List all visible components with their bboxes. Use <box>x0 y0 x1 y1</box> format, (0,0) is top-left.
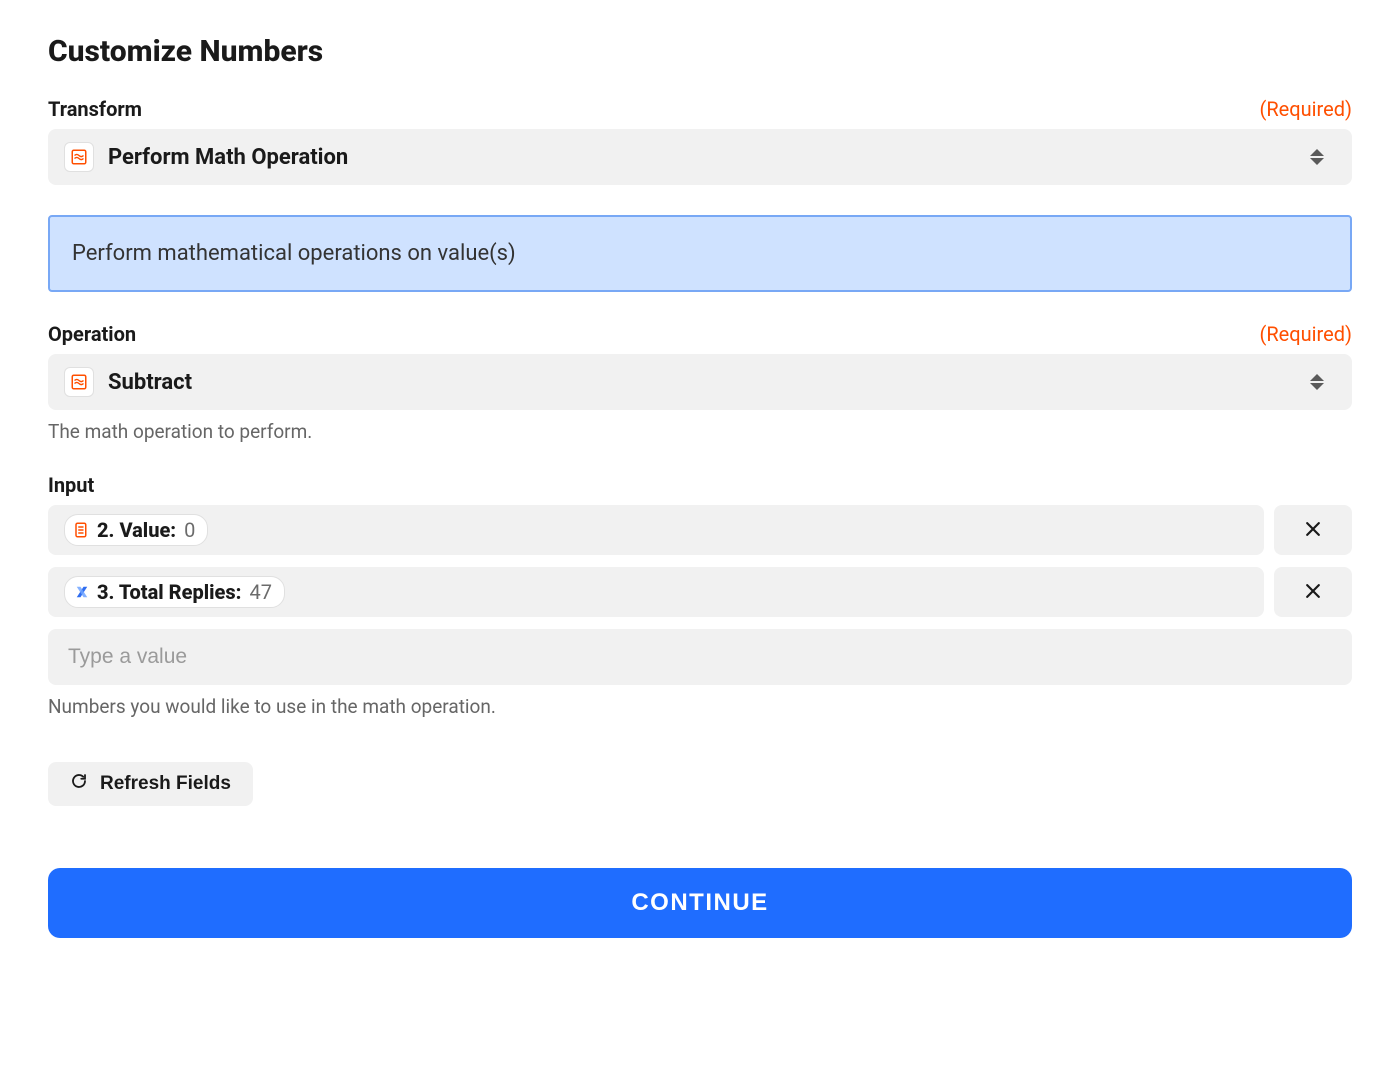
transform-select-value: Perform Math Operation <box>108 145 348 170</box>
operation-select-value: Subtract <box>108 370 192 395</box>
transform-required-badge: (Required) <box>1260 97 1352 121</box>
input-helper: Numbers you would like to use in the mat… <box>48 695 1352 718</box>
input-label-row: Input <box>48 473 1352 497</box>
operation-label-row: Operation (Required) <box>48 322 1352 346</box>
input-value-textfield[interactable] <box>68 645 1332 669</box>
refresh-fields-label: Refresh Fields <box>100 773 231 795</box>
refresh-icon <box>70 772 88 796</box>
input-pill-value: 47 <box>249 580 271 604</box>
storage-icon <box>73 521 91 539</box>
operation-label: Operation <box>48 322 136 346</box>
close-icon <box>1303 581 1323 604</box>
input-row-0: 2. Value: 0 <box>48 505 1352 555</box>
numbers-app-icon <box>64 367 94 397</box>
input-pill-label: 3. Total Replies: <box>97 580 241 604</box>
remove-input-button[interactable] <box>1274 505 1352 555</box>
remove-input-button[interactable] <box>1274 567 1352 617</box>
transform-label-row: Transform (Required) <box>48 97 1352 121</box>
input-value-box[interactable]: 3. Total Replies: 47 <box>48 567 1264 617</box>
operation-required-badge: (Required) <box>1260 322 1352 346</box>
input-pill-label: 2. Value: <box>97 518 176 542</box>
input-value-entry[interactable] <box>48 629 1352 685</box>
continue-button[interactable]: CONTINUE <box>48 868 1352 938</box>
input-pill[interactable]: 2. Value: 0 <box>64 514 208 546</box>
helpscout-icon <box>73 583 91 601</box>
page-title: Customize Numbers <box>48 34 1352 69</box>
updown-caret-icon <box>1310 372 1324 392</box>
input-pill-value: 0 <box>184 518 195 542</box>
input-pill[interactable]: 3. Total Replies: 47 <box>64 576 285 608</box>
operation-helper: The math operation to perform. <box>48 420 1352 443</box>
close-icon <box>1303 519 1323 542</box>
input-row-1: 3. Total Replies: 47 <box>48 567 1352 617</box>
transform-select[interactable]: Perform Math Operation <box>48 129 1352 185</box>
transform-info-banner: Perform mathematical operations on value… <box>48 215 1352 292</box>
numbers-app-icon <box>64 142 94 172</box>
updown-caret-icon <box>1310 147 1324 167</box>
input-value-box[interactable]: 2. Value: 0 <box>48 505 1264 555</box>
operation-select[interactable]: Subtract <box>48 354 1352 410</box>
input-label: Input <box>48 473 94 497</box>
refresh-fields-button[interactable]: Refresh Fields <box>48 762 253 806</box>
transform-label: Transform <box>48 97 142 121</box>
